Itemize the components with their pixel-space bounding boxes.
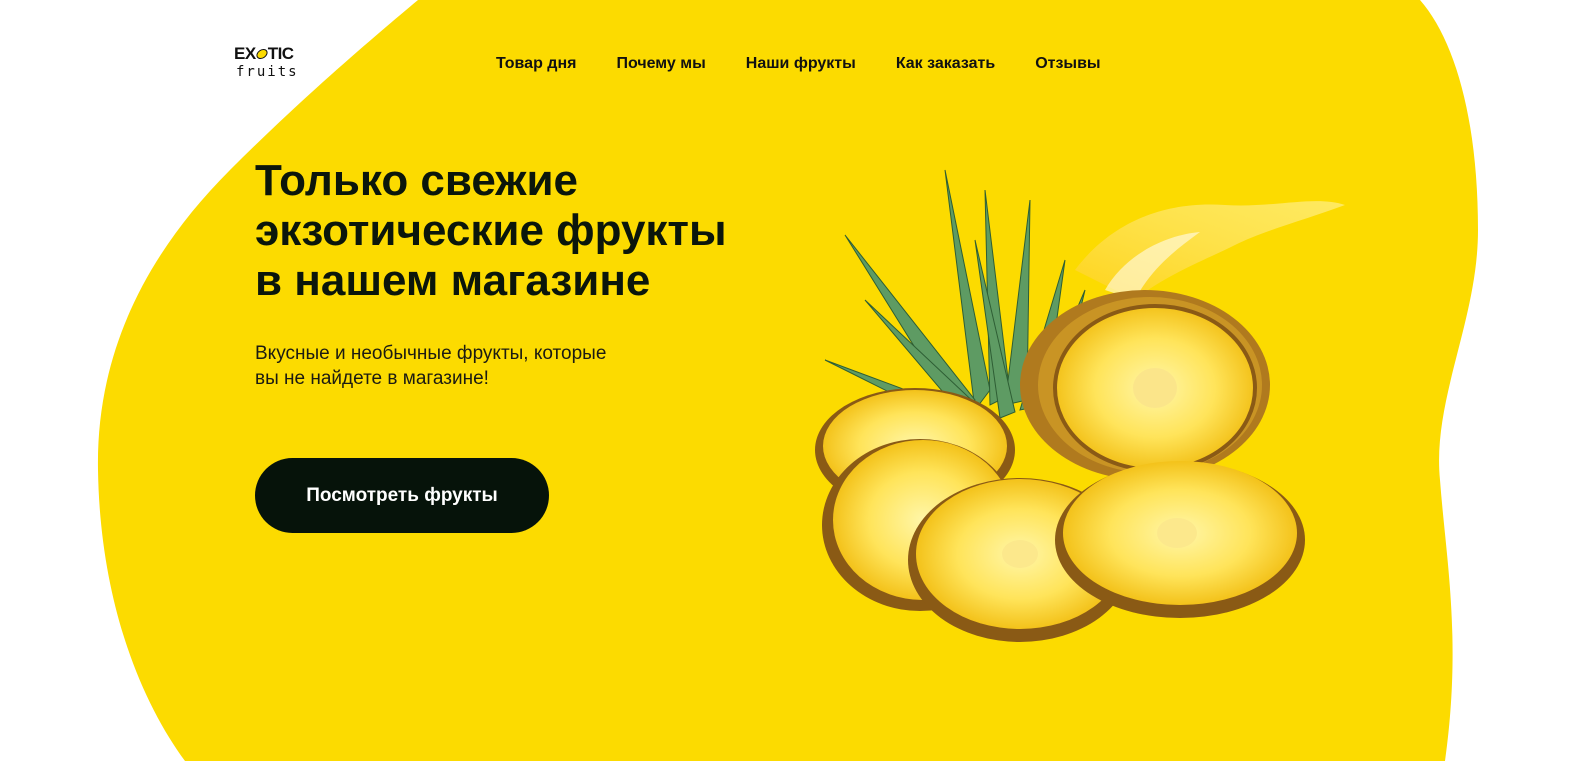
hero-title: Только свежие экзотические фрукты в наше…	[255, 156, 855, 306]
nav-item-how-to-order[interactable]: Как заказать	[896, 55, 995, 73]
logo-subtitle: fruits	[236, 64, 299, 80]
nav-item-our-fruits[interactable]: Наши фрукты	[746, 55, 856, 73]
logo-wordmark: EX TIC	[234, 44, 294, 63]
nav-item-product-of-day[interactable]: Товар дня	[496, 55, 576, 73]
logo[interactable]: EX TIC fruits	[234, 44, 310, 84]
hero-title-line: экзотические фрукты	[255, 206, 727, 255]
hero-subtitle-line: вы не найдете в магазине!	[255, 368, 489, 389]
hero-subtitle: Вкусные и необычные фрукты, которые вы н…	[255, 341, 715, 391]
nav-item-why-us[interactable]: Почему мы	[616, 55, 705, 73]
view-fruits-button[interactable]: Посмотреть фрукты	[255, 458, 549, 533]
hero-title-line: в нашем магазине	[255, 256, 651, 305]
hero-subtitle-line: Вкусные и необычные фрукты, которые	[255, 343, 607, 364]
lemon-icon	[256, 48, 268, 60]
nav-item-reviews[interactable]: Отзывы	[1035, 55, 1100, 73]
pineapple-slices-image	[815, 169, 1345, 642]
main-nav: Товар дня Почему мы Наши фрукты Как зака…	[496, 53, 1101, 75]
hero-title-line: Только свежие	[255, 156, 578, 205]
